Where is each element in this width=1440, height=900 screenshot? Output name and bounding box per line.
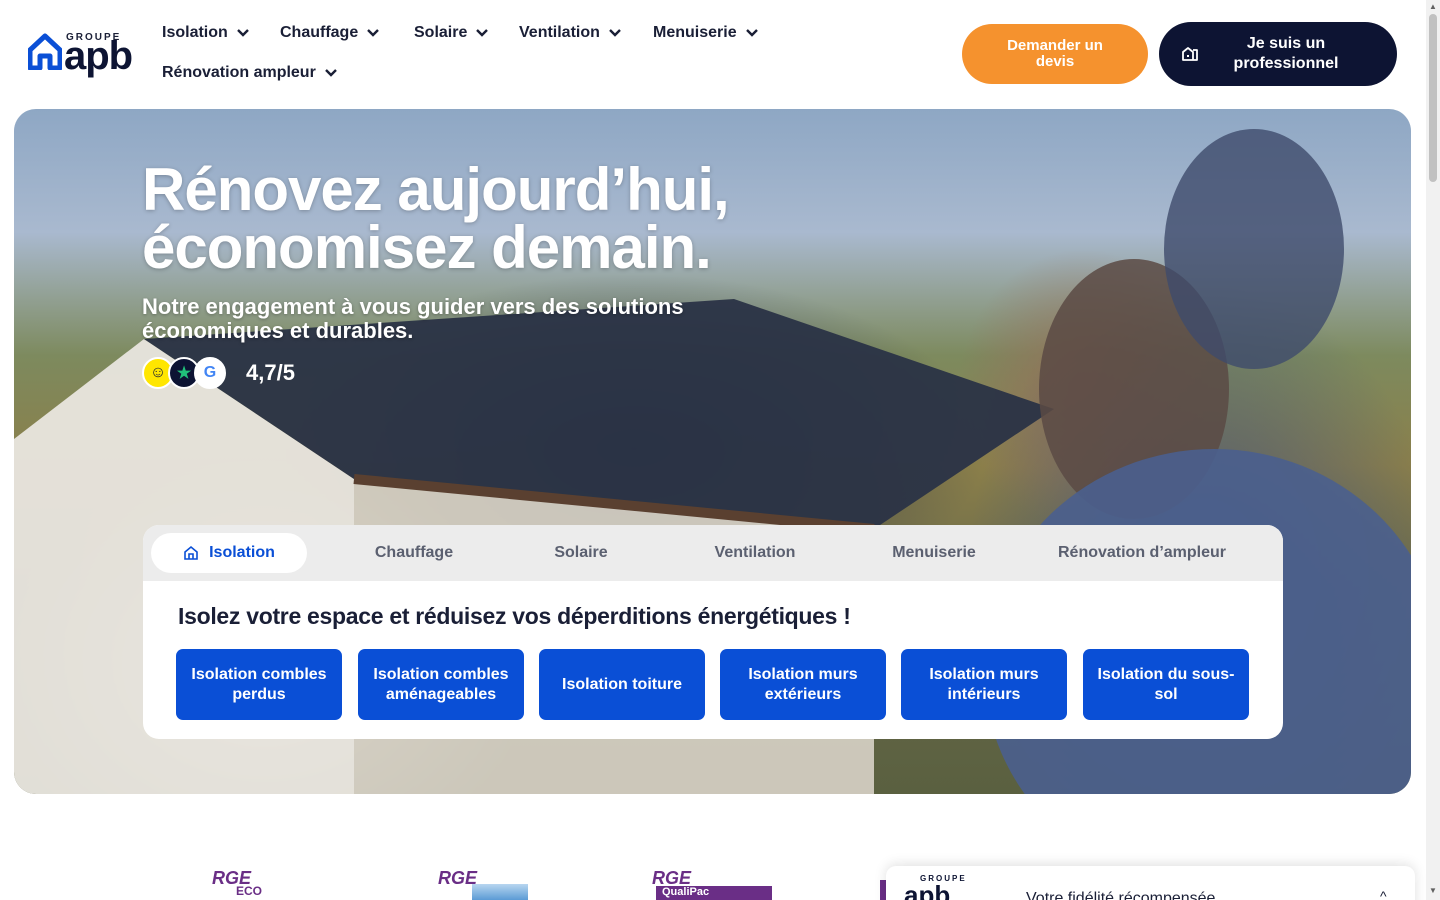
hero-section: Rénovez aujourd’hui, économisez demain. …: [14, 109, 1411, 794]
nav-label: Ventilation: [519, 24, 600, 41]
tab-label: Isolation: [209, 544, 275, 561]
scrollbar[interactable]: ▲ ▼: [1426, 0, 1440, 900]
services-tabs: Isolation Chauffage Solaire Ventilation …: [143, 525, 1283, 581]
hero-title: Rénovez aujourd’hui, économisez demain.: [142, 156, 842, 281]
service-button[interactable]: Isolation toiture: [539, 649, 705, 720]
nav-label: Solaire: [414, 24, 468, 41]
nav-isolation[interactable]: Isolation: [162, 24, 250, 42]
chevron-down-icon: [476, 29, 489, 37]
banner-logo: GROUPE apb: [904, 874, 965, 900]
banner-text: Votre fidélité récompensée: [1026, 890, 1216, 900]
banner-logo-text: apb: [904, 880, 951, 900]
tab-label: Ventilation: [714, 544, 796, 561]
nav-label: Rénovation ampleur: [162, 64, 316, 81]
tab-menuiserie[interactable]: Menuiserie: [861, 533, 1007, 573]
hero-subtitle: Notre engagement à vous guider vers des …: [142, 294, 684, 343]
chevron-down-icon: [745, 29, 758, 37]
professional-button-label: Je suis un professionnel: [1233, 35, 1339, 72]
tab-label: Chauffage: [374, 544, 454, 561]
chevron-down-icon: [609, 29, 621, 37]
nav-chauffage[interactable]: Chauffage: [280, 24, 380, 42]
chevron-up-icon[interactable]: ^: [1380, 888, 1387, 900]
services-panel: Isolation Chauffage Solaire Ventilation …: [143, 525, 1283, 739]
hero-title-line-1: Rénovez aujourd’hui,: [142, 156, 730, 223]
scroll-thumb[interactable]: [1429, 14, 1437, 182]
logo-text: apb: [64, 34, 133, 78]
tab-solaire[interactable]: Solaire: [523, 533, 639, 573]
rating-value: 4,7/5: [246, 360, 295, 385]
tab-label: Rénovation d’ampleur: [1057, 544, 1227, 561]
nav-solaire[interactable]: Solaire: [414, 24, 489, 42]
rge-graphic: [472, 884, 528, 900]
rating-widget[interactable]: ☺ ★ G 4,7/5: [142, 357, 295, 389]
service-button[interactable]: Isolation du sous-sol: [1083, 649, 1249, 720]
loyalty-banner[interactable]: GROUPE apb Votre fidélité récompensée ^: [886, 866, 1415, 900]
nav-menuiserie[interactable]: Menuiserie: [653, 24, 759, 42]
qualipac-label: QualiPac: [656, 886, 772, 900]
tab-label: Solaire: [554, 544, 608, 561]
building-icon: [1182, 47, 1198, 61]
nav-renovation-ampleur[interactable]: Rénovation ampleur: [162, 64, 338, 82]
rge-eco-logo: RGE ECO: [212, 868, 292, 900]
house-logo-icon: [28, 33, 62, 70]
professional-button[interactable]: Je suis un professionnel: [1159, 22, 1397, 86]
banner-logo-small-text: GROUPE: [920, 874, 967, 883]
tab-chauffage[interactable]: Chauffage: [343, 533, 485, 573]
service-button[interactable]: Isolation murs intérieurs: [901, 649, 1067, 720]
rge-logo: RGE: [438, 868, 538, 900]
tab-isolation[interactable]: Isolation: [151, 533, 307, 573]
nav-label: Menuiserie: [653, 24, 737, 41]
tab-ventilation[interactable]: Ventilation: [683, 533, 827, 573]
rge-sub-label: ECO: [236, 884, 263, 898]
scroll-down-icon[interactable]: ▼: [1429, 886, 1437, 895]
tab-label: Menuiserie: [892, 544, 976, 561]
google-icon: G: [194, 357, 226, 389]
nav-label: Isolation: [162, 24, 228, 41]
chevron-down-icon: [367, 29, 380, 37]
service-button[interactable]: Isolation combles perdus: [176, 649, 342, 720]
tab-renovation-ampleur[interactable]: Rénovation d’ampleur: [1047, 533, 1237, 573]
rge-qualipac-logo: RGE QualiPac: [652, 868, 782, 900]
service-button[interactable]: Isolation combles aménageables: [358, 649, 524, 720]
logo[interactable]: GROUPE apb: [28, 30, 148, 78]
house-icon: [184, 545, 198, 560]
service-button[interactable]: Isolation murs extérieurs: [720, 649, 886, 720]
nav-ventilation[interactable]: Ventilation: [519, 24, 622, 42]
chevron-down-icon: [236, 29, 249, 37]
request-quote-button[interactable]: Demander un devis: [962, 24, 1148, 84]
chevron-down-icon: [324, 69, 337, 77]
nav-label: Chauffage: [280, 24, 359, 41]
services-heading: Isolez votre espace et réduisez vos dépe…: [178, 603, 851, 629]
scroll-up-icon[interactable]: ▲: [1429, 2, 1437, 11]
site-header: GROUPE apb Isolation Chauffage Solaire V…: [0, 0, 1440, 108]
hero-title-line-2: économisez demain.: [142, 214, 712, 281]
